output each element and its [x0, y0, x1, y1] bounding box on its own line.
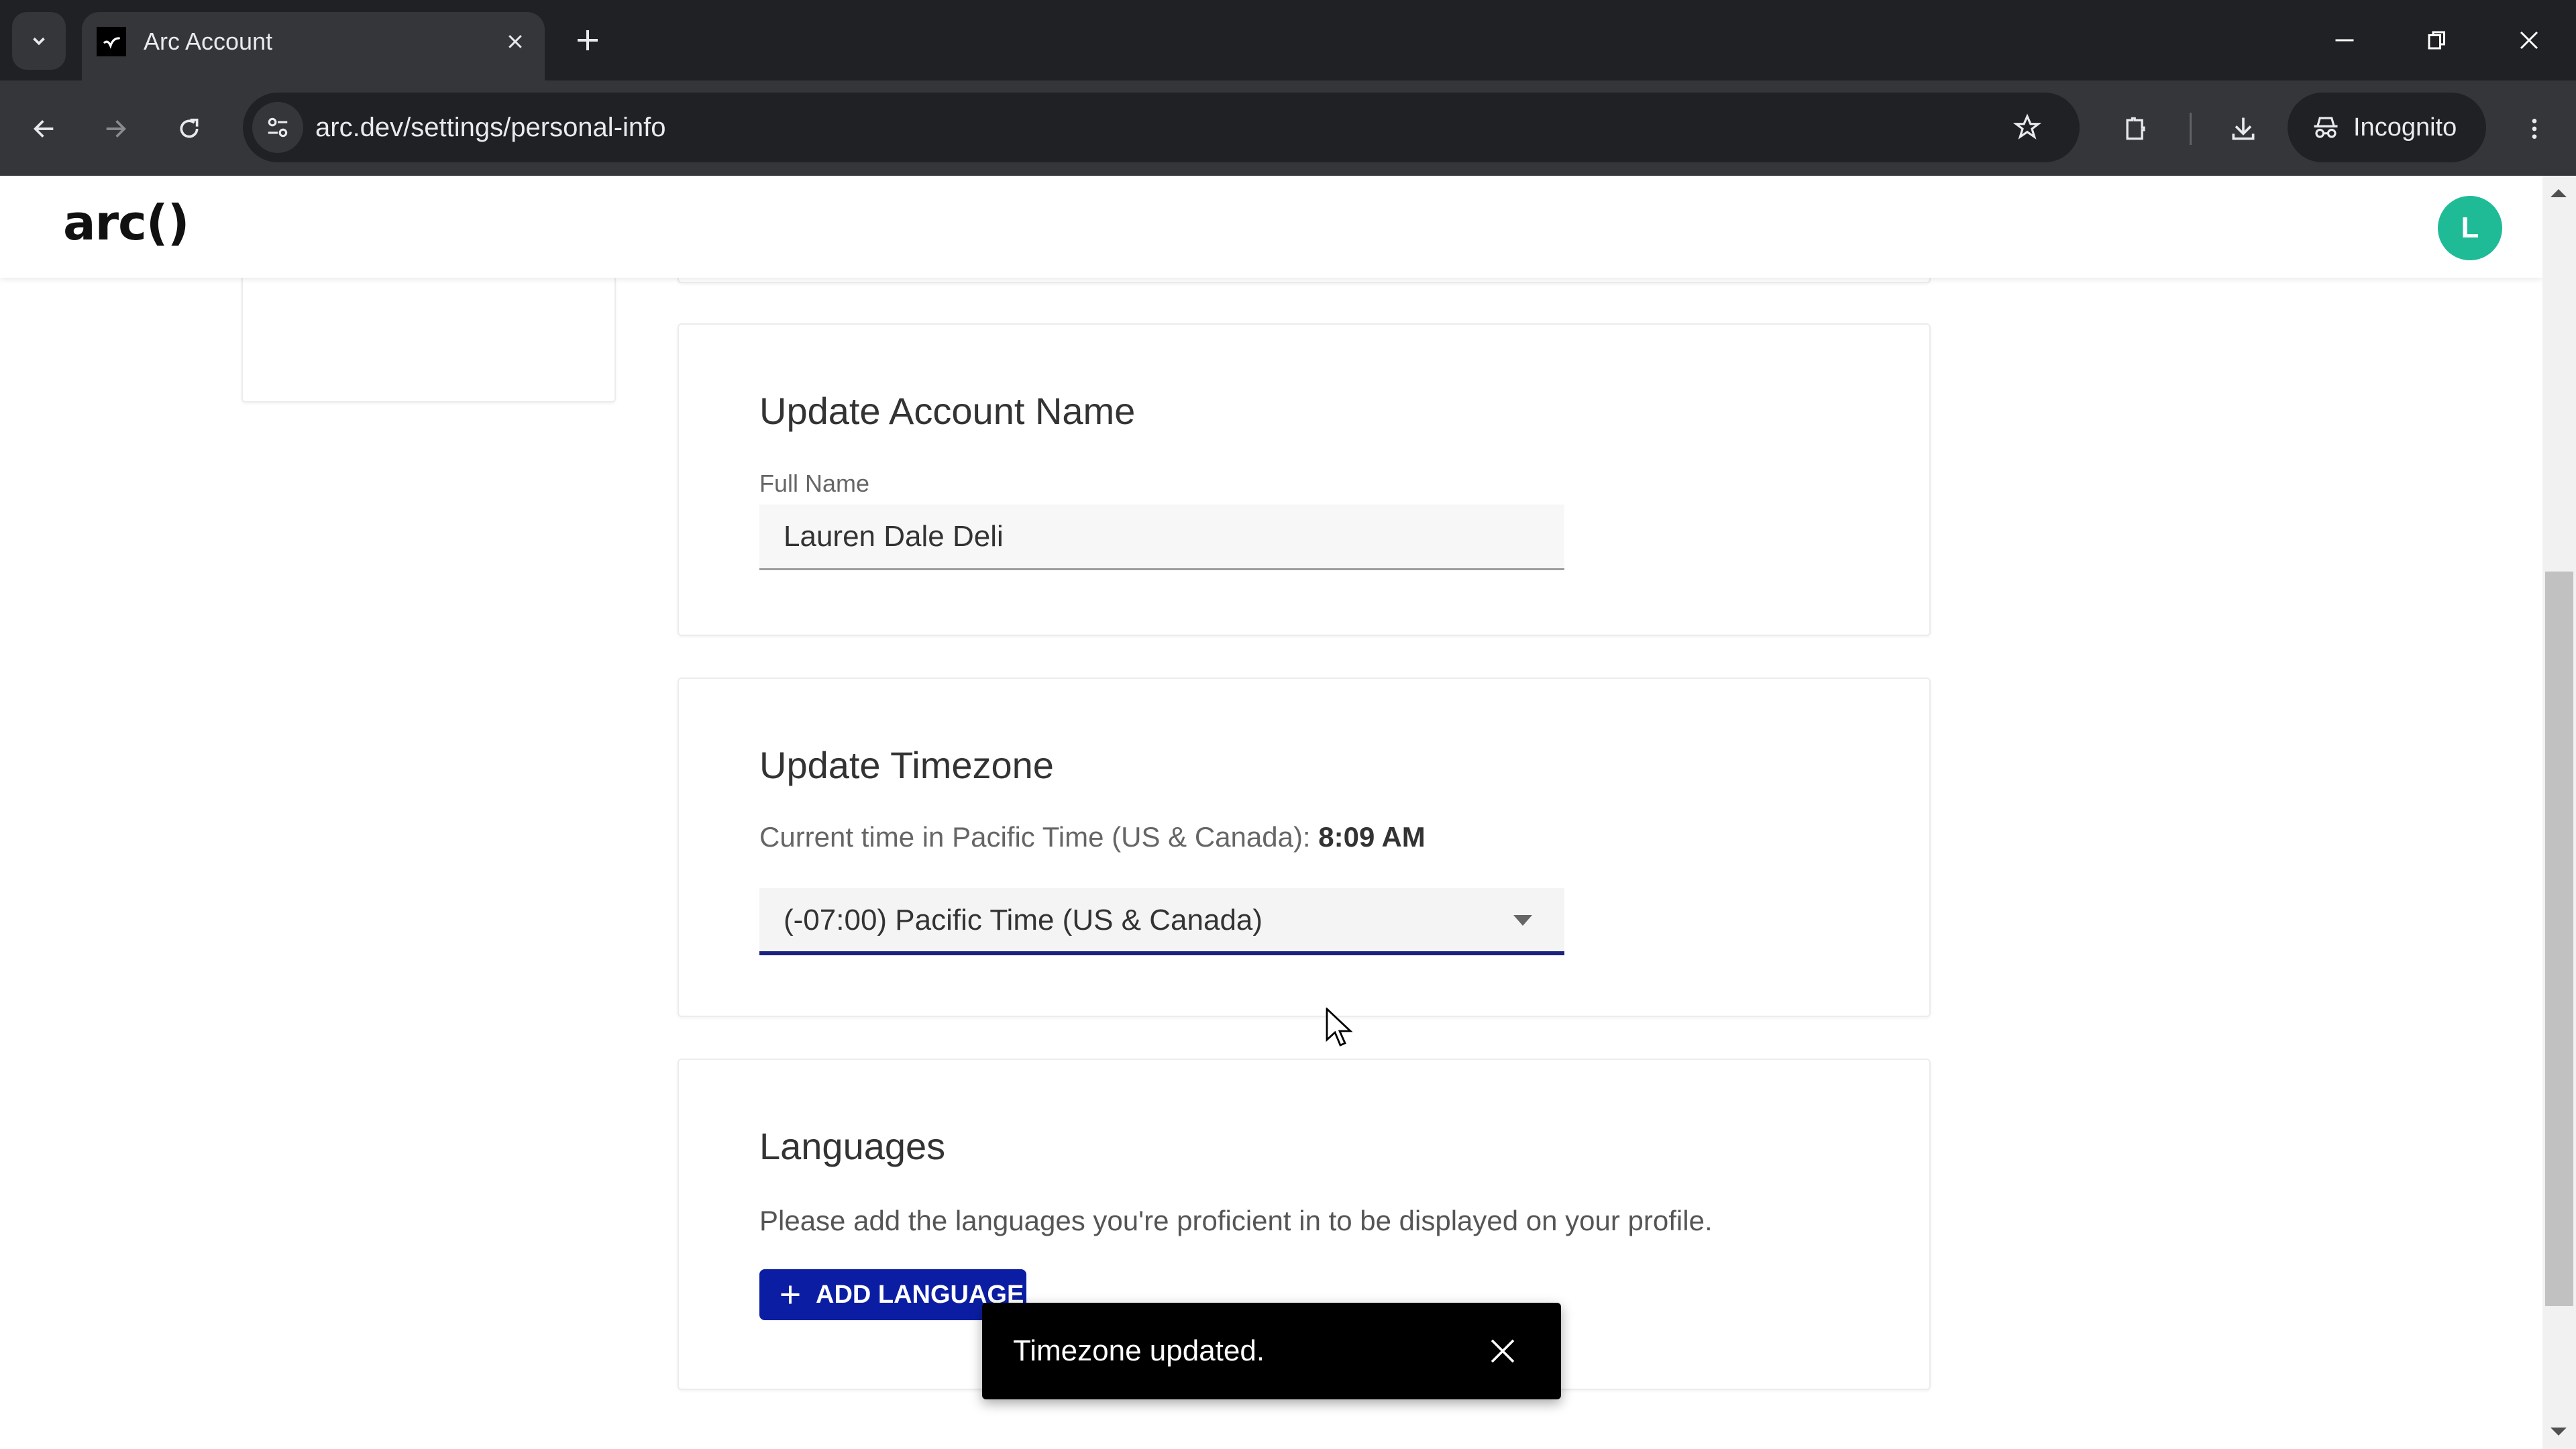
page-scrollbar[interactable] — [2542, 176, 2576, 1449]
mouse-cursor-icon — [1326, 1008, 1353, 1046]
url-text[interactable]: arc.dev/settings/personal-info — [315, 93, 666, 162]
full-name-input[interactable] — [759, 504, 1564, 570]
full-name-label: Full Name — [759, 470, 870, 497]
account-name-title: Update Account Name — [759, 390, 1136, 432]
tab-strip: Arc Account — [0, 0, 2576, 80]
scroll-up-arrow-icon[interactable] — [2551, 189, 2567, 197]
window-close-icon — [2520, 31, 2538, 50]
user-avatar[interactable]: L — [2438, 196, 2502, 260]
forward-button[interactable] — [90, 103, 141, 154]
browser-tab-active[interactable]: Arc Account — [82, 12, 545, 80]
bookmark-button[interactable] — [2002, 102, 2053, 153]
tab-title: Arc Account — [144, 28, 273, 55]
arc-favicon-icon — [97, 27, 126, 56]
site-info-icon — [268, 117, 288, 138]
current-time-prefix: Current time in Pacific Time (US & Canad… — [759, 821, 1311, 853]
reload-icon — [180, 118, 199, 138]
scrollbar-thumb[interactable] — [2545, 572, 2573, 1306]
download-icon — [2232, 117, 2255, 140]
close-icon — [1491, 1339, 1515, 1363]
star-icon — [2013, 113, 2041, 140]
toast-message: Timezone updated. — [1013, 1334, 1265, 1367]
current-time-value: 8:09 AM — [1318, 821, 1426, 853]
back-arrow-icon — [34, 120, 54, 138]
forward-arrow-icon — [106, 120, 126, 138]
plus-icon — [781, 1285, 800, 1304]
tab-search-button[interactable] — [12, 12, 66, 70]
restore-icon — [2428, 31, 2445, 50]
languages-description: Please add the languages you're proficie… — [759, 1205, 1713, 1236]
restore-button[interactable] — [2407, 15, 2467, 66]
new-tab-button[interactable] — [568, 20, 608, 60]
chevron-down-icon — [33, 37, 45, 46]
dropdown-caret-icon — [1513, 915, 1532, 926]
incognito-indicator[interactable]: Incognito — [2288, 93, 2486, 162]
account-name-card: Update Account Name Full Name — [678, 323, 1931, 636]
current-time-text: Current time in Pacific Time (US & Canad… — [759, 821, 1426, 853]
kebab-menu-icon — [2532, 119, 2537, 139]
timezone-card: Update Timezone Current time in Pacific … — [678, 678, 1931, 1017]
timezone-select[interactable]: (-07:00) Pacific Time (US & Canada) — [759, 888, 1564, 955]
minimize-icon — [2335, 39, 2354, 42]
toolbar-divider — [2190, 113, 2192, 145]
address-bar[interactable]: arc.dev/settings/personal-info — [243, 93, 2080, 162]
toast-close-button[interactable] — [1483, 1331, 1523, 1371]
page-viewport: arc() L Update Account Name Full Name Up… — [0, 176, 2576, 1449]
snackbar-toast: Timezone updated. — [982, 1303, 1561, 1399]
extensions-icon — [2126, 117, 2145, 140]
extensions-button[interactable] — [2110, 103, 2161, 154]
window-close-button[interactable] — [2499, 15, 2559, 66]
tab-close-button[interactable] — [498, 24, 533, 59]
app-header: arc() L — [0, 176, 2542, 278]
scroll-down-arrow-icon[interactable] — [2551, 1428, 2567, 1436]
avatar-initial: L — [2461, 211, 2479, 244]
timezone-select-value: (-07:00) Pacific Time (US & Canada) — [784, 904, 1263, 936]
languages-title: Languages — [759, 1125, 946, 1167]
downloads-button[interactable] — [2218, 103, 2269, 154]
minimize-button[interactable] — [2314, 15, 2375, 66]
site-info-button[interactable] — [252, 102, 303, 153]
back-button[interactable] — [19, 103, 70, 154]
browser-toolbar: arc.dev/settings/personal-info Incognito — [0, 80, 2576, 176]
reload-button[interactable] — [164, 103, 215, 154]
close-icon — [508, 35, 522, 48]
browser-menu-button[interactable] — [2509, 103, 2560, 154]
incognito-icon — [2314, 117, 2338, 138]
incognito-label: Incognito — [2353, 113, 2457, 142]
timezone-title: Update Timezone — [759, 744, 1054, 786]
arc-logo[interactable]: arc() — [63, 195, 190, 251]
plus-icon — [578, 30, 598, 50]
